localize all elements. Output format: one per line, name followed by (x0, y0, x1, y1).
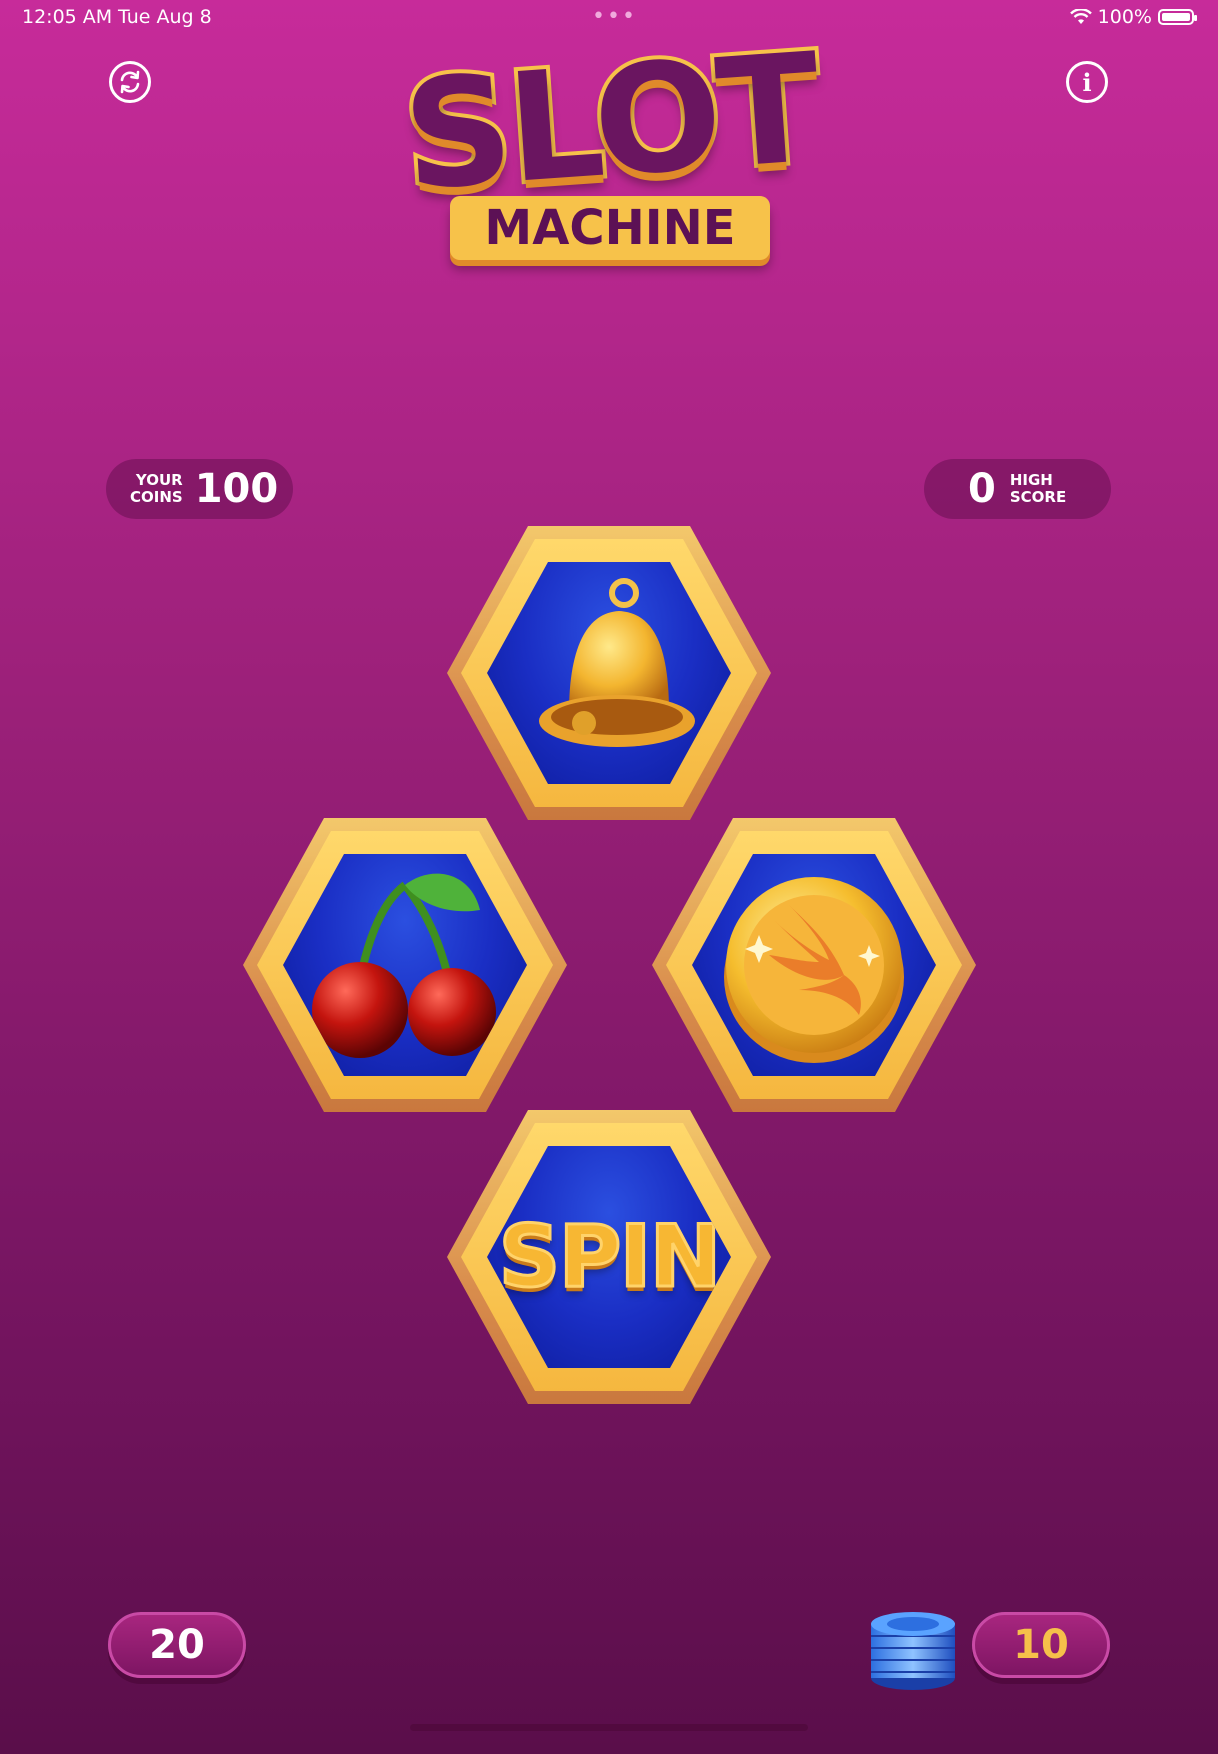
reel-top (447, 526, 771, 820)
refresh-icon (120, 70, 140, 94)
reset-button[interactable] (109, 61, 151, 103)
status-date: Tue Aug 8 (118, 6, 212, 28)
high-score-label-line1: HIGH (1009, 471, 1053, 489)
coins-value: 100 (194, 466, 279, 512)
game-logo: SLOT MACHINE (370, 18, 850, 278)
spin-label: SPIN (497, 1206, 723, 1309)
info-icon: i (1082, 67, 1092, 97)
logo-title: SLOT (394, 18, 825, 228)
home-indicator[interactable] (410, 1724, 808, 1731)
high-score-display: 0 HIGH SCORE (924, 459, 1111, 519)
wifi-icon (1069, 9, 1092, 24)
high-score-label: HIGH SCORE (1010, 472, 1066, 506)
cherry-icon (312, 873, 496, 1058)
bet-10-button[interactable]: 10 (972, 1612, 1110, 1678)
bell-icon (539, 578, 695, 747)
spin-button[interactable]: SPIN (447, 1110, 771, 1404)
logo-subtitle: MACHINE (450, 196, 770, 260)
bet-20-button[interactable]: 20 (108, 1612, 246, 1678)
high-score-label-line2: SCORE (1009, 488, 1067, 506)
info-button[interactable]: i (1066, 61, 1108, 103)
status-bar: 12:05 AM Tue Aug 8 ••• 100% (0, 0, 1218, 36)
coins-label-line1: YOUR (135, 471, 183, 489)
reel-left (243, 818, 567, 1112)
reel-right (652, 818, 976, 1112)
chip-stack-icon (871, 1612, 955, 1690)
high-score-value: 0 (968, 466, 996, 512)
coins-display: YOUR COINS 100 (106, 459, 293, 519)
battery-percent: 100% (1097, 6, 1152, 28)
coins-label-line2: COINS (130, 488, 183, 506)
status-indicators: 100% (1069, 6, 1197, 28)
multitasking-dots[interactable]: ••• (592, 4, 637, 29)
swift-coin-icon (724, 877, 904, 1063)
battery-icon (1158, 9, 1197, 25)
coins-label: YOUR COINS (130, 472, 183, 506)
status-time: 12:05 AM (22, 6, 113, 28)
